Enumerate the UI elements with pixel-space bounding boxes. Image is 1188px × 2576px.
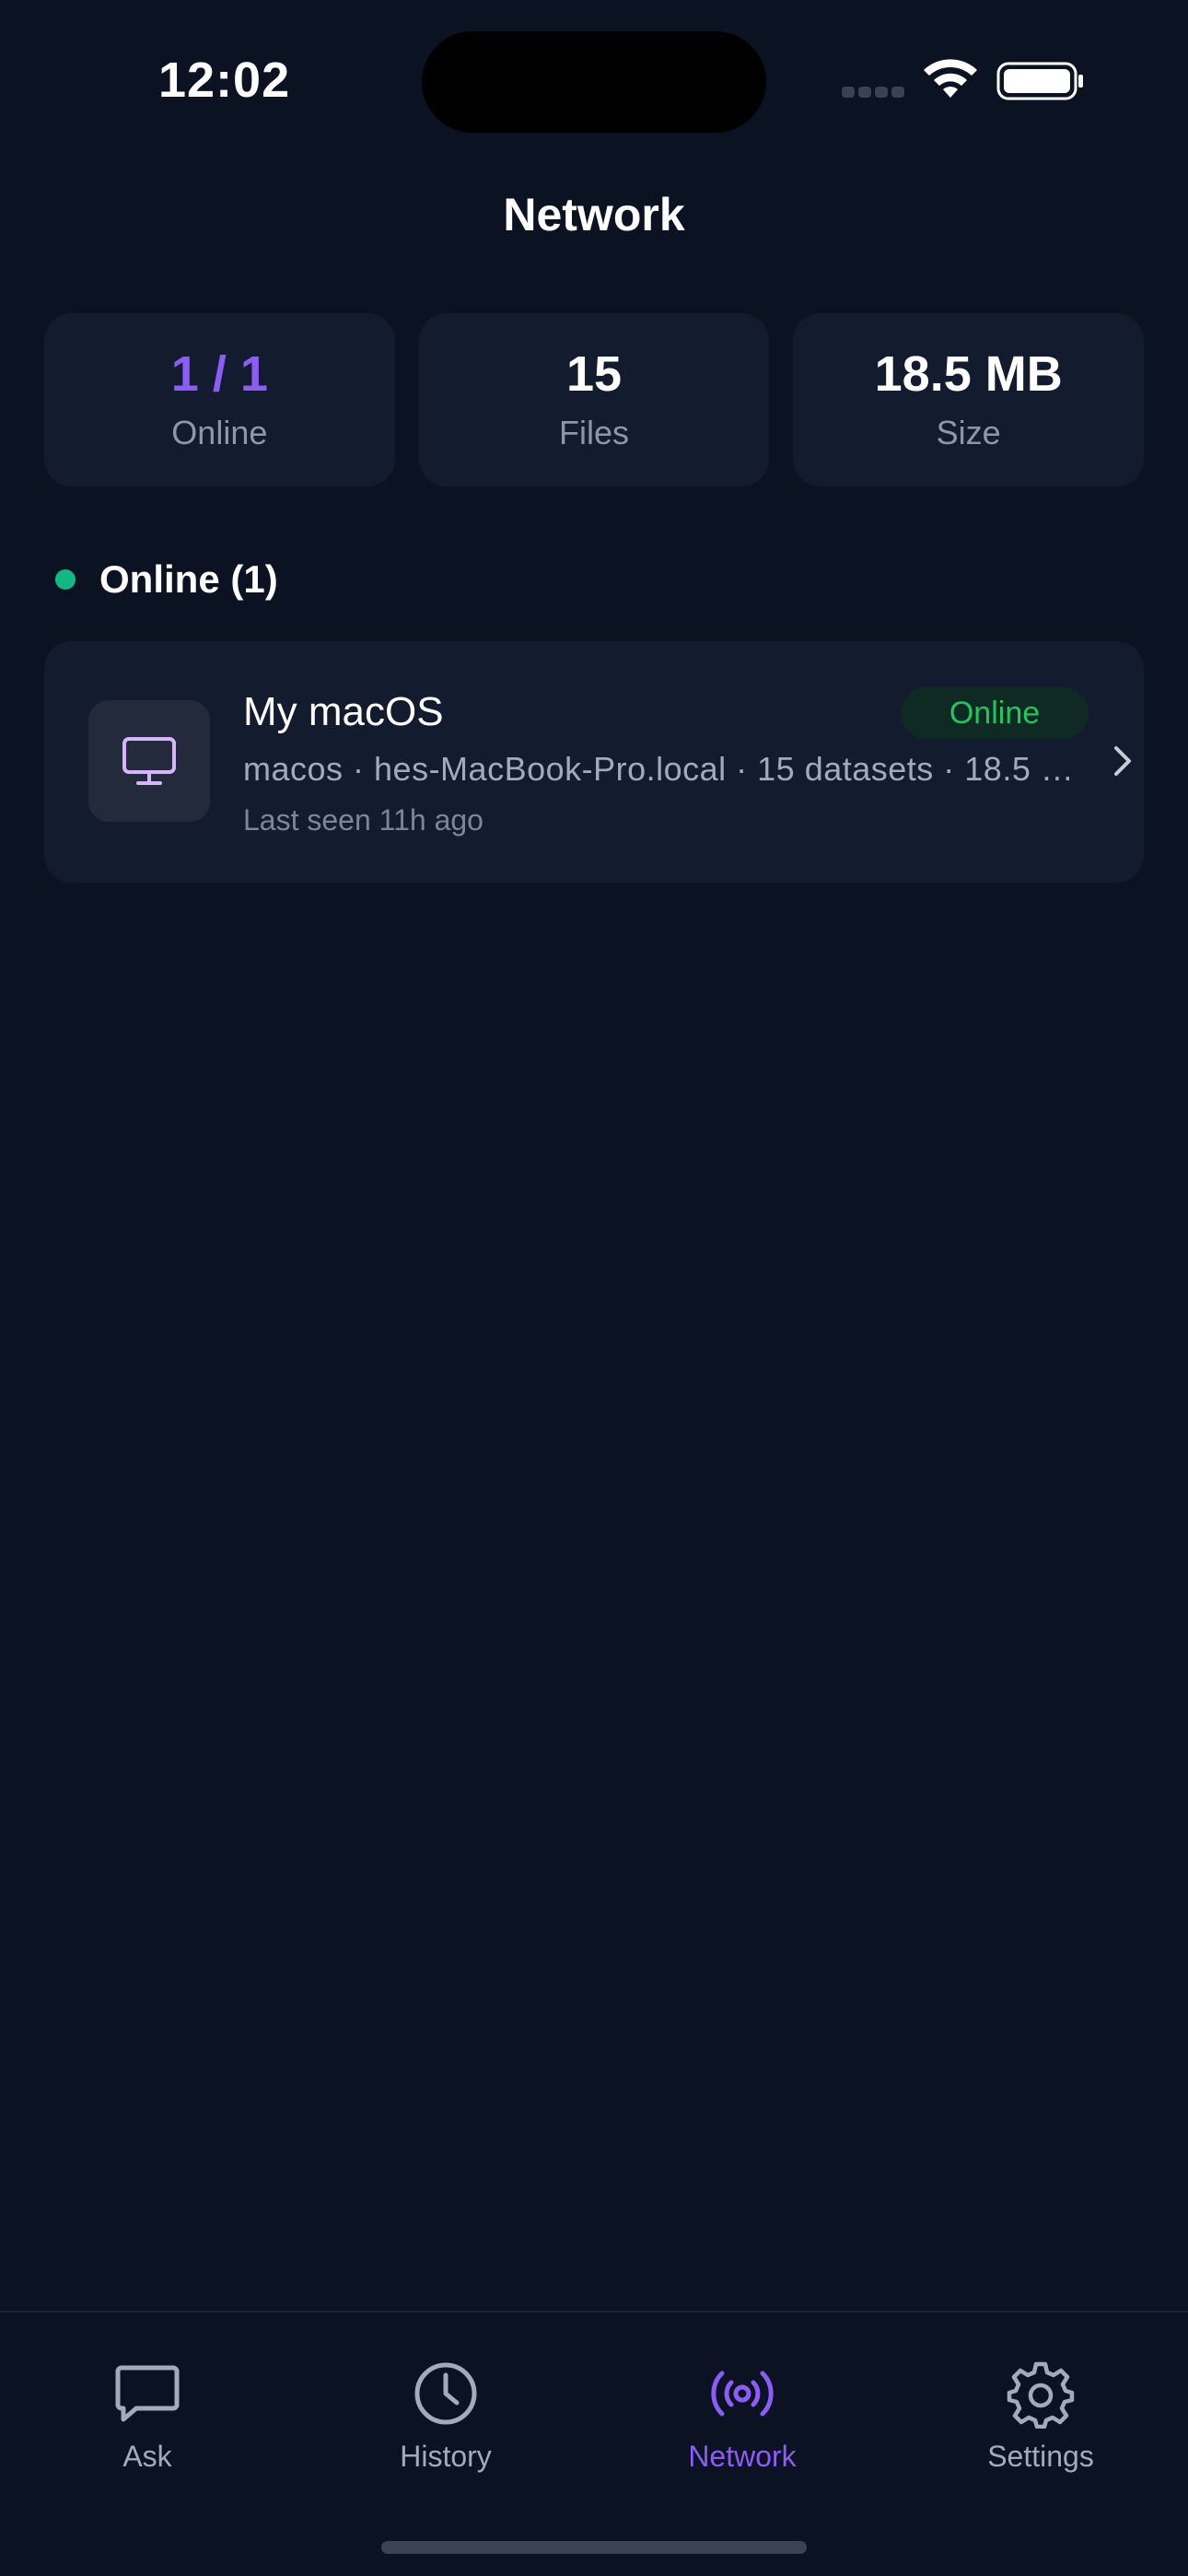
gear-icon: [1007, 2361, 1075, 2429]
stat-value: 18.5 MB: [874, 346, 1063, 403]
tab-label: Settings: [987, 2440, 1094, 2473]
device-icon-container: [88, 700, 210, 822]
stats-row: 1 / 1 Online 15 Files 18.5 MB Size: [44, 313, 1145, 486]
tab-bar: Ask History Network Settings: [0, 2311, 1188, 2576]
device-meta: macos · hes-MacBook-Pro.local · 15 datas…: [243, 750, 1090, 788]
device-name: My macOS: [243, 689, 444, 734]
stat-value: 1 / 1: [170, 346, 268, 403]
section-title: Online (1): [99, 557, 278, 601]
home-indicator: [381, 2541, 807, 2554]
wifi-icon: [924, 59, 977, 98]
stat-card-size: 18.5 MB Size: [793, 313, 1145, 486]
tab-label: Ask: [122, 2440, 172, 2473]
chat-bubble-icon: [115, 2365, 180, 2422]
tab-network[interactable]: Network: [650, 2359, 834, 2488]
stat-label: Size: [936, 413, 1001, 451]
tab-history[interactable]: History: [354, 2359, 538, 2488]
tab-settings[interactable]: Settings: [949, 2359, 1133, 2488]
page-title: Network: [503, 189, 685, 240]
tab-ask[interactable]: Ask: [55, 2359, 239, 2488]
status-badge: Online: [901, 687, 1089, 739]
device-last-seen: Last seen 11h ago: [243, 803, 483, 837]
stat-label: Online: [171, 413, 268, 451]
dynamic-island: [422, 31, 766, 133]
stat-label: Files: [559, 413, 630, 451]
broadcast-icon: [711, 2371, 774, 2417]
tab-label: History: [400, 2440, 492, 2473]
stat-card-online: 1 / 1 Online: [44, 313, 395, 486]
chevron-right-icon: [1114, 746, 1131, 776]
clock-icon: [414, 2362, 477, 2425]
stat-value: 15: [565, 346, 623, 403]
device-card[interactable]: My macOS Online macos · hes-MacBook-Pro.…: [44, 641, 1144, 883]
online-status-dot: [55, 569, 76, 590]
status-bar: 12:02: [0, 0, 1188, 157]
network-screen: 12:02 Network 1 / 1 Online 15 Files 18.5…: [0, 0, 1188, 2576]
battery-icon: [996, 62, 1083, 100]
monitor-icon: [122, 737, 176, 785]
cellular-signal-icon: [842, 87, 904, 100]
stat-card-files: 15 Files: [418, 313, 770, 486]
section-header-online: Online (1): [55, 556, 278, 603]
tab-label: Network: [688, 2440, 797, 2473]
status-time: 12:02: [158, 53, 291, 108]
